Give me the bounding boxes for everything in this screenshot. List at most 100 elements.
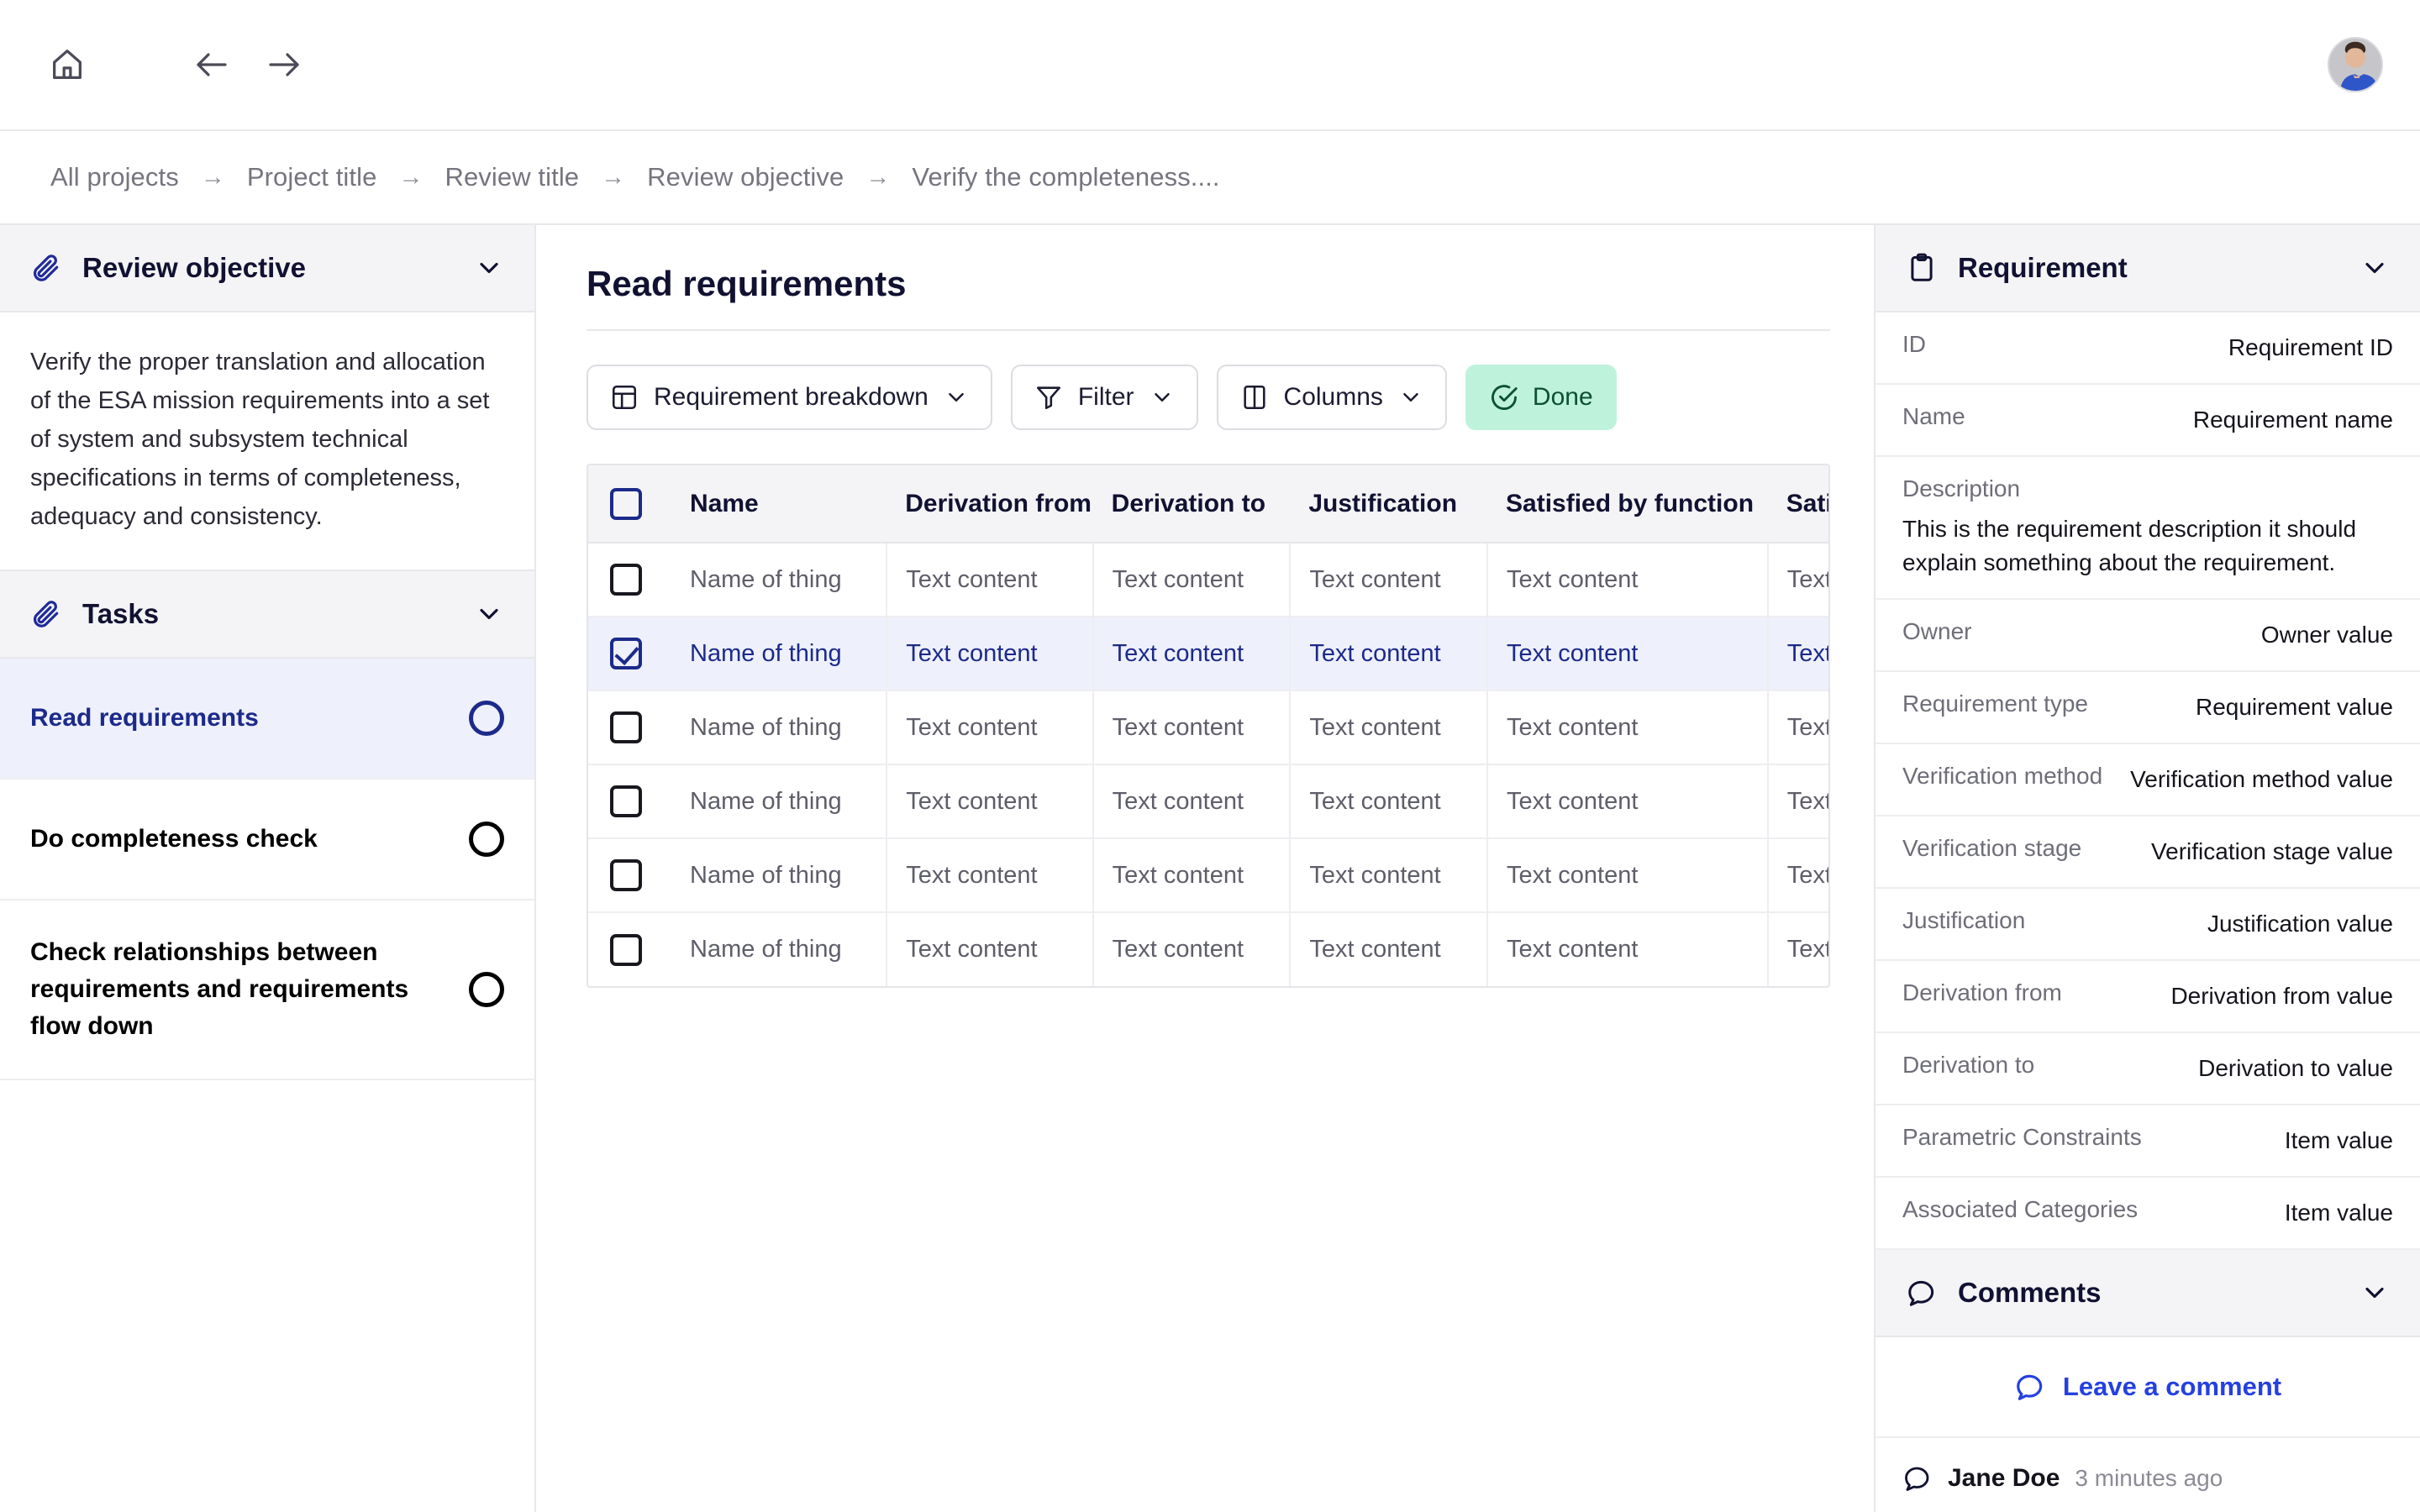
chevron-down-icon[interactable] [474, 253, 504, 283]
field-derivation-to: Derivation to Derivation to value [1876, 1033, 2420, 1105]
cell-satisfied-by: Text content [1767, 912, 1828, 986]
field-label: ID [1902, 331, 1926, 357]
row-checkbox-icon[interactable] [610, 933, 642, 966]
field-value: Requirement name [2192, 407, 2393, 433]
row-select-cell[interactable] [588, 838, 672, 913]
field-label: Description [1902, 475, 2021, 501]
breadcrumb: All projects → Project title → Review ti… [0, 131, 2420, 225]
leave-a-comment-button[interactable]: Leave a comment [1876, 1337, 2420, 1438]
field-label: Verification stage [1902, 835, 2082, 861]
requirement-header[interactable]: Requirement [1876, 225, 2420, 312]
row-select-cell[interactable] [588, 617, 672, 691]
breadcrumb-item-all-projects[interactable]: All projects [50, 162, 179, 192]
columns-button[interactable]: Columns [1216, 365, 1447, 430]
back-button[interactable] [182, 34, 242, 95]
requirement-title: Requirement [1958, 252, 2128, 283]
row-checkbox-icon[interactable] [610, 638, 642, 669]
row-checkbox-icon[interactable] [610, 859, 642, 891]
tasks-title: Tasks [82, 598, 160, 629]
cell-derivation-to: Text content [1092, 690, 1292, 765]
requirement-breakdown-button[interactable]: Requirement breakdown [587, 365, 992, 430]
breadcrumb-separator-icon: → [865, 163, 891, 191]
field-associated-categories: Associated Categories Item value [1876, 1178, 2420, 1250]
avatar[interactable] [2328, 37, 2383, 92]
task-status-circle-icon[interactable] [469, 822, 504, 857]
table-header-row: Name Derivation from Derivation to Justi… [588, 465, 1828, 543]
comment-timestamp: 3 minutes ago [2075, 1465, 2223, 1491]
funnel-icon [1034, 383, 1063, 412]
table-row[interactable]: Name of thing Text content Text content … [588, 617, 1828, 691]
sidebar-task-check-relationships[interactable]: Check relationships between requirements… [0, 900, 534, 1080]
breadcrumb-item-review-title[interactable]: Review title [445, 162, 579, 192]
field-value: This is the requirement description it s… [1902, 516, 2357, 575]
chevron-down-icon[interactable] [2360, 253, 2390, 283]
field-value: Derivation from value [2170, 983, 2393, 1009]
field-name: Name Requirement name [1876, 385, 2420, 457]
forward-button[interactable] [254, 34, 314, 95]
column-header-derivation-to[interactable]: Derivation to [1092, 465, 1291, 543]
table-row[interactable]: Name of thing Text content Text content … [588, 912, 1828, 986]
breadcrumb-item-current[interactable]: Verify the completeness.... [912, 162, 1219, 192]
cell-name: Name of thing [671, 543, 888, 617]
field-derivation-from: Derivation from Derivation from value [1876, 961, 2420, 1033]
sidebar-task-do-completeness-check[interactable]: Do completeness check [0, 780, 534, 900]
arrow-right-icon [264, 45, 304, 85]
clipboard-icon [1906, 252, 1938, 284]
comment-icon [1906, 1277, 1938, 1309]
row-select-cell[interactable] [588, 912, 671, 986]
chevron-down-icon[interactable] [2360, 1278, 2390, 1308]
row-checkbox-icon[interactable] [610, 711, 642, 743]
select-all-cell[interactable] [588, 465, 672, 543]
task-label: Do completeness check [30, 825, 318, 853]
home-button[interactable] [37, 34, 97, 95]
chevron-down-icon[interactable] [474, 599, 504, 629]
comments-title: Comments [1958, 1277, 2102, 1308]
review-objective-header[interactable]: Review objective [0, 225, 534, 312]
table-row[interactable]: Name of thing Text content Text content … [588, 838, 1828, 913]
filter-button[interactable]: Filter [1010, 365, 1198, 430]
column-header-satisfied-by-function[interactable]: Satisfied by function [1487, 465, 1768, 543]
column-header-justification[interactable]: Justification [1290, 465, 1488, 543]
cell-justification: Text content [1290, 690, 1489, 765]
field-label: Owner [1902, 618, 1972, 644]
table-row[interactable]: Name of thing Text content Text content … [588, 764, 1828, 839]
cell-derivation-from: Text content [886, 912, 1094, 986]
title-divider [587, 329, 1830, 331]
task-label: Check relationships between requirements… [30, 938, 409, 1040]
task-status-circle-icon[interactable] [469, 972, 504, 1007]
row-select-cell[interactable] [588, 543, 672, 617]
table-row[interactable]: Name of thing Text content Text content … [588, 543, 1828, 617]
requirements-table-wrapper: Name Derivation from Derivation to Justi… [587, 464, 1830, 988]
cell-name: Name of thing [671, 690, 888, 765]
cell-derivation-from: Text content [886, 543, 1094, 617]
select-all-checkbox-icon[interactable] [610, 487, 642, 520]
comment-icon [1902, 1463, 1933, 1494]
row-select-cell[interactable] [588, 764, 672, 839]
row-select-cell[interactable] [588, 690, 672, 765]
breadcrumb-item-review-objective[interactable]: Review objective [647, 162, 844, 192]
task-label: Read requirements [30, 704, 259, 732]
task-status-circle-icon[interactable] [469, 701, 504, 736]
done-label: Done [1532, 383, 1593, 411]
column-header-name[interactable]: Name [671, 465, 887, 543]
cell-satisfied-by: Text content [1767, 838, 1828, 913]
column-header-satisfied-by[interactable]: Satisfied by [1767, 465, 1828, 543]
home-icon [48, 45, 87, 84]
sidebar-task-read-requirements[interactable]: Read requirements [0, 659, 534, 780]
row-checkbox-icon[interactable] [610, 564, 642, 596]
cell-derivation-to: Text content [1092, 543, 1292, 617]
field-value: Item value [2284, 1127, 2393, 1153]
tasks-header[interactable]: Tasks [0, 571, 534, 659]
field-label: Associated Categories [1902, 1196, 2139, 1222]
comments-header[interactable]: Comments [1876, 1250, 2420, 1337]
cell-justification: Text content [1290, 543, 1489, 617]
table-row[interactable]: Name of thing Text content Text content … [588, 690, 1828, 765]
cell-justification: Text content [1290, 764, 1489, 839]
row-checkbox-icon[interactable] [610, 785, 642, 817]
chevron-down-icon [1398, 385, 1423, 410]
done-button[interactable]: Done [1465, 365, 1617, 430]
cell-satisfied-by-function: Text content [1487, 543, 1769, 617]
breadcrumb-item-project-title[interactable]: Project title [247, 162, 377, 192]
cell-satisfied-by-function: Text content [1487, 764, 1769, 839]
column-header-derivation-from[interactable]: Derivation from [886, 465, 1093, 543]
